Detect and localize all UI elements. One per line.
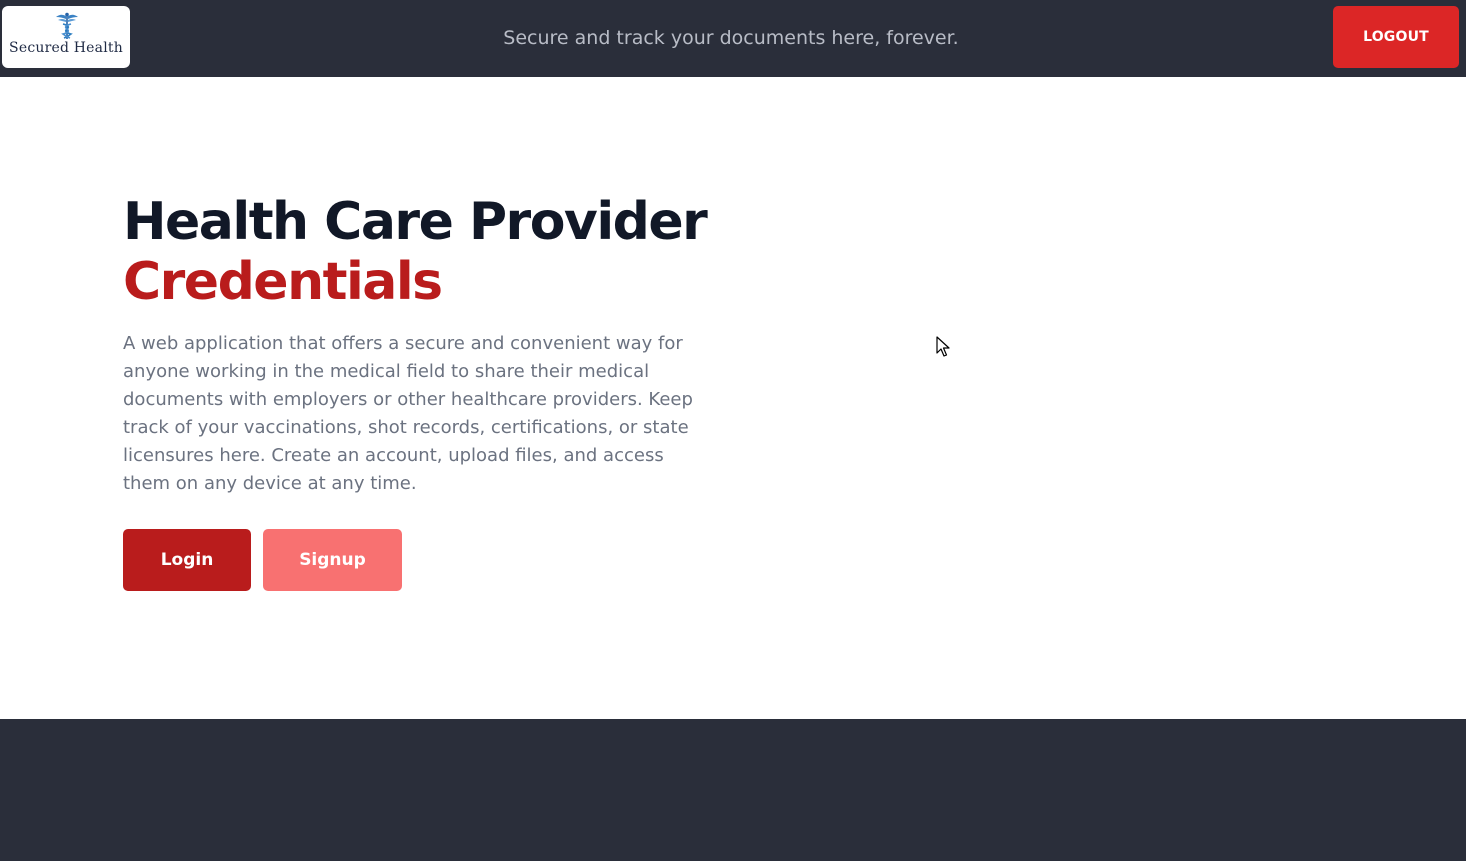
mouse-cursor-icon: [936, 336, 950, 357]
login-button[interactable]: Login: [123, 529, 251, 591]
hero-title: Health Care Provider Credentials: [123, 192, 708, 312]
header-tagline: Secure and track your documents here, fo…: [503, 27, 959, 49]
hero-title-line2: Credentials: [123, 252, 443, 312]
hero-description: A web application that offers a secure a…: [123, 333, 693, 494]
hero-title-line1: Health Care Provider: [123, 192, 708, 252]
top-navbar: Secured Health Secure and track your doc…: [0, 0, 1466, 77]
logout-button[interactable]: LOGOUT: [1333, 6, 1459, 68]
page-footer: [0, 719, 1466, 861]
signup-button[interactable]: Signup: [263, 529, 402, 591]
